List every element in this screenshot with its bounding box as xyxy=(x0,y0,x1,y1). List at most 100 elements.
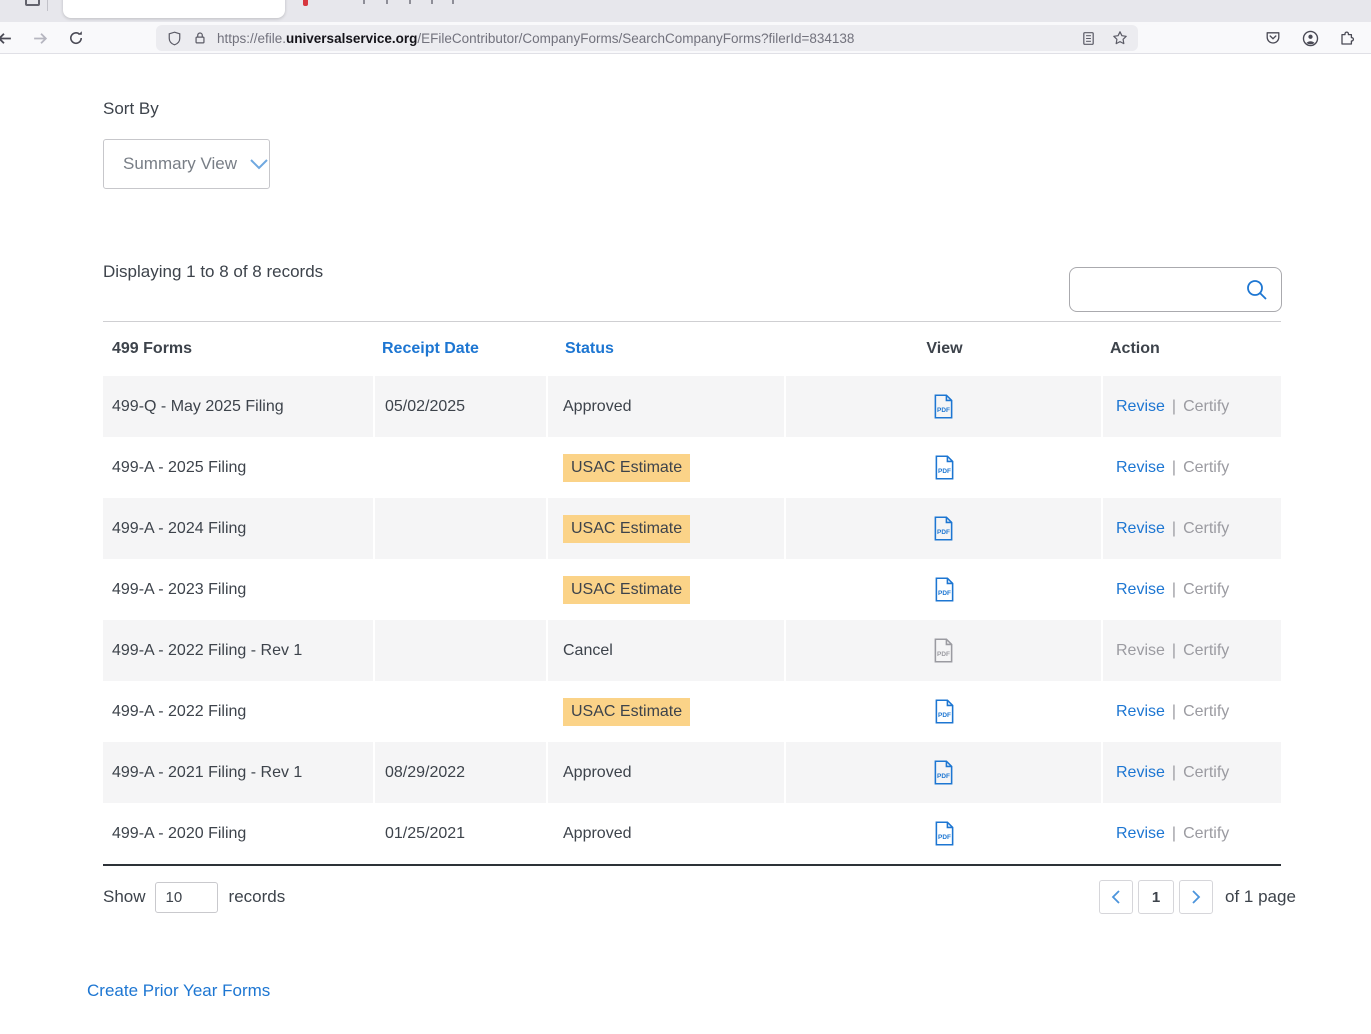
sidebar-toggle-icon[interactable] xyxy=(25,0,40,6)
header-view: View xyxy=(786,322,1103,376)
table-row: 499-A - 2020 Filing 01/25/2021 Approved … xyxy=(103,803,1281,864)
extensions-puzzle-icon[interactable] xyxy=(1335,26,1359,50)
header-action: Action xyxy=(1103,322,1281,376)
revise-link[interactable]: Revise xyxy=(1116,642,1165,660)
pdf-icon[interactable]: PDF xyxy=(934,577,955,602)
status-value: Cancel xyxy=(563,642,613,660)
receipt-date xyxy=(375,681,548,742)
certify-link[interactable]: Certify xyxy=(1183,825,1229,843)
pdf-icon[interactable]: PDF xyxy=(934,699,955,724)
receipt-date xyxy=(375,620,548,681)
revise-link[interactable]: Revise xyxy=(1116,398,1165,416)
revise-link[interactable]: Revise xyxy=(1116,703,1165,721)
show-label: Show xyxy=(103,887,146,907)
create-prior-year-forms-link[interactable]: Create Prior Year Forms xyxy=(87,981,270,1001)
tab-text-fragment xyxy=(386,0,388,4)
tab-text-fragment xyxy=(452,0,454,4)
certify-link[interactable]: Certify xyxy=(1183,459,1229,477)
pdf-icon[interactable]: PDF xyxy=(933,638,954,663)
table-row: 499-A - 2022 Filing USAC Estimate PDF Re… xyxy=(103,681,1281,742)
pdf-icon-label: PDF xyxy=(937,773,950,780)
action-separator: | xyxy=(1172,581,1176,599)
url-bar[interactable]: https://efile.universalservice.org/EFile… xyxy=(156,25,1138,51)
pdf-icon-label: PDF xyxy=(938,468,951,475)
pdf-icon-label: PDF xyxy=(937,529,950,536)
status-value: USAC Estimate xyxy=(563,698,690,726)
action-separator: | xyxy=(1172,398,1176,416)
browser-toolbar: https://efile.universalservice.org/EFile… xyxy=(0,22,1371,54)
prev-page-button[interactable] xyxy=(1099,880,1133,914)
pdf-icon[interactable]: PDF xyxy=(933,760,954,785)
header-status[interactable]: Status xyxy=(548,322,786,376)
revise-link[interactable]: Revise xyxy=(1116,459,1165,477)
form-name: 499-A - 2025 Filing xyxy=(103,437,375,498)
table-row: 499-A - 2024 Filing USAC Estimate PDF Re… xyxy=(103,498,1281,559)
table-row: 499-A - 2021 Filing - Rev 1 08/29/2022 A… xyxy=(103,742,1281,803)
action-separator: | xyxy=(1172,459,1176,477)
header-receipt-date[interactable]: Receipt Date xyxy=(375,322,548,376)
page-size-input[interactable] xyxy=(155,882,218,913)
revise-link[interactable]: Revise xyxy=(1116,764,1165,782)
lock-icon[interactable] xyxy=(193,31,207,45)
form-name: 499-A - 2021 Filing - Rev 1 xyxy=(103,742,375,803)
table-row: 499-A - 2022 Filing - Rev 1 Cancel PDF R… xyxy=(103,620,1281,681)
certify-link[interactable]: Certify xyxy=(1183,703,1229,721)
revise-link[interactable]: Revise xyxy=(1116,825,1165,843)
receipt-date: 08/29/2022 xyxy=(375,742,548,803)
pdf-icon-label: PDF xyxy=(938,712,951,719)
receipt-date xyxy=(375,559,548,620)
receipt-date: 01/25/2021 xyxy=(375,803,548,864)
pdf-icon[interactable]: PDF xyxy=(933,394,954,419)
pdf-icon-label: PDF xyxy=(938,590,951,597)
certify-link[interactable]: Certify xyxy=(1183,764,1229,782)
chevron-left-icon xyxy=(1109,889,1123,905)
status-value: Approved xyxy=(563,825,632,843)
chevron-right-icon xyxy=(1189,889,1203,905)
table-row: 499-A - 2025 Filing USAC Estimate PDF Re… xyxy=(103,437,1281,498)
records-label: records xyxy=(229,887,286,907)
certify-link[interactable]: Certify xyxy=(1183,520,1229,538)
background-tab-favicon[interactable] xyxy=(303,0,308,6)
back-button-icon[interactable] xyxy=(0,26,16,50)
tab-text-fragment xyxy=(409,0,411,4)
header-499-forms: 499 Forms xyxy=(103,322,375,376)
bookmark-star-icon[interactable] xyxy=(1112,30,1128,46)
active-tab[interactable] xyxy=(63,0,285,18)
form-name: 499-A - 2022 Filing xyxy=(103,681,375,742)
sort-by-label: Sort By xyxy=(103,99,159,119)
certify-link[interactable]: Certify xyxy=(1183,642,1229,660)
reload-button-icon[interactable] xyxy=(64,26,88,50)
search-icon[interactable] xyxy=(1245,278,1269,307)
pdf-icon-label: PDF xyxy=(937,407,950,414)
dropdown-selected-value: Summary View xyxy=(123,154,237,174)
account-icon[interactable] xyxy=(1298,26,1322,50)
status-value: Approved xyxy=(563,398,632,416)
current-page-box[interactable]: 1 xyxy=(1138,880,1174,914)
page-count-label: of 1 page xyxy=(1225,887,1296,907)
form-name: 499-Q - May 2025 Filing xyxy=(103,376,375,437)
reader-mode-icon[interactable] xyxy=(1081,31,1096,46)
status-value: Approved xyxy=(563,764,632,782)
pdf-icon[interactable]: PDF xyxy=(934,455,955,480)
action-separator: | xyxy=(1172,764,1176,782)
action-separator: | xyxy=(1172,703,1176,721)
pagination: 1 of 1 page xyxy=(1099,880,1296,914)
revise-link[interactable]: Revise xyxy=(1116,520,1165,538)
receipt-date xyxy=(375,498,548,559)
pdf-icon[interactable]: PDF xyxy=(934,821,955,846)
view-mode-dropdown[interactable]: Summary View xyxy=(103,139,270,189)
revise-link[interactable]: Revise xyxy=(1116,581,1165,599)
shield-icon[interactable] xyxy=(167,31,182,46)
pdf-icon[interactable]: PDF xyxy=(933,516,954,541)
pdf-icon-label: PDF xyxy=(937,651,950,658)
table-row: 499-A - 2023 Filing USAC Estimate PDF Re… xyxy=(103,559,1281,620)
pocket-icon[interactable] xyxy=(1261,26,1285,50)
tab-text-fragment xyxy=(363,0,365,4)
form-name: 499-A - 2020 Filing xyxy=(103,803,375,864)
certify-link[interactable]: Certify xyxy=(1183,581,1229,599)
page-size-control: Show records xyxy=(103,880,285,914)
next-page-button[interactable] xyxy=(1179,880,1213,914)
search-input[interactable] xyxy=(1080,272,1240,307)
forward-button-icon[interactable] xyxy=(28,26,52,50)
certify-link[interactable]: Certify xyxy=(1183,398,1229,416)
